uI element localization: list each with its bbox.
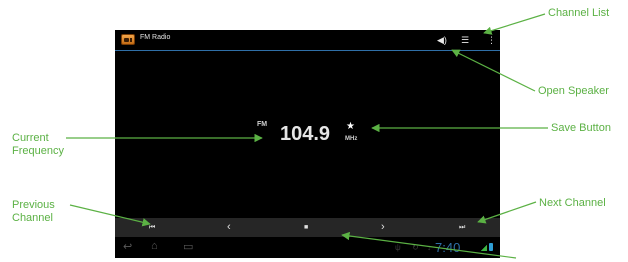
callout-arrows xyxy=(66,13,548,259)
callout-previous-channel-line1: Previous xyxy=(12,199,55,211)
arrow-previous-channel xyxy=(69,204,151,227)
callout-next-channel: Next Channel xyxy=(539,197,606,209)
callout-open-speaker: Open Speaker xyxy=(538,85,609,97)
callout-current-frequency-line1: Current xyxy=(12,132,49,144)
callout-save-button: Save Button xyxy=(551,122,611,134)
arrow-next-channel xyxy=(477,201,537,224)
callout-current-frequency-line2: Frequency xyxy=(12,145,64,157)
callout-channel-list: Channel List xyxy=(548,7,610,19)
arrow-channel-list xyxy=(483,13,546,35)
arrow-open-speaker xyxy=(451,49,536,92)
callout-previous-channel-line2: Channel xyxy=(12,212,53,224)
callout-current-frequency: Current Frequency xyxy=(12,132,64,158)
arrow-stop xyxy=(341,231,517,259)
callout-previous-channel: Previous Channel xyxy=(12,199,55,225)
